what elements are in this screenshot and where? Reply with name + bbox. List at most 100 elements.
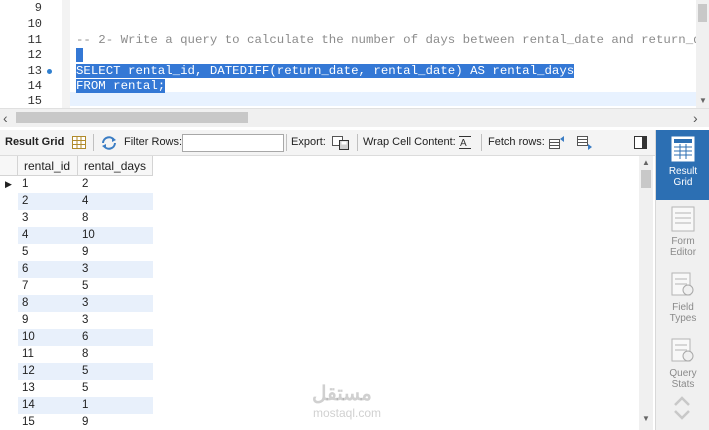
side-field-types-label: Field Types [669, 302, 697, 324]
row-header[interactable] [0, 380, 17, 397]
cell-rental-id[interactable]: 10 [18, 329, 78, 346]
toolbar-separator [357, 134, 358, 151]
row-header[interactable] [0, 363, 17, 380]
cell-rental-days[interactable]: 5 [78, 363, 153, 380]
current-row-indicator-icon[interactable]: ▶ [0, 176, 17, 193]
cell-rental-days[interactable]: 3 [78, 312, 153, 329]
side-query-stats-label: Query Stats [669, 368, 697, 390]
cell-rental-id[interactable]: 6 [18, 261, 78, 278]
export-icon[interactable] [332, 136, 349, 150]
statement-marker-icon[interactable] [47, 69, 52, 74]
cell-rental-days[interactable]: 10 [78, 227, 153, 244]
cell-rental-id[interactable]: 9 [18, 312, 78, 329]
toolbar-separator [93, 134, 94, 151]
field-types-icon [671, 272, 694, 296]
cell-rental-id[interactable]: 5 [18, 244, 78, 261]
row-header[interactable] [0, 414, 17, 430]
row-header[interactable] [0, 261, 17, 278]
scroll-left-arrow-icon[interactable]: ‹ [3, 110, 8, 126]
row-header[interactable] [0, 244, 17, 261]
side-result-grid-button[interactable]: Result Grid [656, 130, 709, 200]
cell-rental-days[interactable]: 8 [78, 210, 153, 227]
line-number: 15 [27, 94, 42, 108]
editor-scroll-thumb[interactable] [698, 4, 707, 22]
refresh-icon[interactable] [101, 136, 117, 150]
toolbar-separator [286, 134, 287, 151]
chevron-down-icon[interactable] [674, 410, 690, 420]
grid-scroll-thumb[interactable] [641, 170, 651, 188]
cell-rental-id[interactable]: 2 [18, 193, 78, 210]
wrap-text-icon[interactable]: A [459, 136, 471, 149]
cell-rental-days[interactable]: 1 [78, 397, 153, 414]
row-header[interactable] [0, 346, 17, 363]
row-header[interactable] [0, 312, 17, 329]
side-form-editor-label: Form Editor [669, 236, 697, 258]
row-header[interactable] [0, 193, 17, 210]
sql-editor[interactable]: 9 10 11 12 13 14 15 -- 2- Write a query … [0, 0, 709, 108]
code-line-from: FROM rental; [76, 79, 166, 94]
column-header-rental-id[interactable]: rental_id [18, 156, 78, 176]
toggle-side-panel-icon[interactable] [634, 136, 647, 149]
cell-rental-id[interactable]: 4 [18, 227, 78, 244]
cell-rental-id[interactable]: 7 [18, 278, 78, 295]
line-number: 14 [27, 79, 42, 93]
code-line-comment: -- 2- Write a query to calculate the num… [76, 33, 709, 47]
line-number: 12 [27, 48, 42, 62]
cell-rental-days[interactable]: 9 [78, 414, 153, 430]
row-header[interactable] [0, 329, 17, 346]
cell-rental-id[interactable]: 1 [18, 176, 78, 193]
cell-rental-id[interactable]: 8 [18, 295, 78, 312]
row-header[interactable] [0, 227, 17, 244]
editor-horizontal-scrollbar[interactable]: ‹ › [0, 108, 709, 127]
cell-rental-days[interactable]: 5 [78, 278, 153, 295]
fold-strip [62, 0, 70, 108]
fetch-rows-label: Fetch rows: [488, 136, 545, 148]
row-header[interactable] [0, 295, 17, 312]
cell-rental-days[interactable]: 3 [78, 295, 153, 312]
query-stats-icon [671, 338, 694, 362]
editor-vertical-scrollbar[interactable]: ▼ [696, 0, 709, 108]
side-query-stats-button[interactable]: Query Stats [656, 332, 709, 398]
grid-view-icon[interactable] [72, 136, 86, 149]
cell-rental-id[interactable]: 12 [18, 363, 78, 380]
line-number: 11 [27, 33, 42, 47]
column-header-rental-days[interactable]: rental_days [78, 156, 153, 176]
chevron-up-icon[interactable] [674, 396, 690, 406]
cell-rental-days[interactable]: 8 [78, 346, 153, 363]
result-toolbar: Result Grid Filter Rows: Export: Wrap Ce… [0, 130, 655, 156]
result-grid-tab[interactable]: Result Grid [5, 130, 64, 155]
side-result-grid-label: Result Grid [668, 166, 698, 188]
side-field-types-button[interactable]: Field Types [656, 266, 709, 332]
cell-rental-id[interactable]: 15 [18, 414, 78, 430]
cell-rental-id[interactable]: 11 [18, 346, 78, 363]
cell-rental-days[interactable]: 6 [78, 329, 153, 346]
scroll-down-arrow-icon[interactable]: ▼ [642, 414, 650, 423]
cell-rental-id[interactable]: 3 [18, 210, 78, 227]
cell-rental-days[interactable]: 9 [78, 244, 153, 261]
side-form-editor-button[interactable]: Form Editor [656, 200, 709, 266]
form-editor-icon [671, 206, 695, 232]
filter-rows-label: Filter Rows: [124, 136, 183, 148]
cell-rental-id[interactable]: 13 [18, 380, 78, 397]
scroll-right-arrow-icon[interactable]: › [693, 110, 698, 126]
row-header[interactable] [0, 278, 17, 295]
cell-rental-days[interactable]: 5 [78, 380, 153, 397]
fetch-next-rows-icon[interactable] [549, 136, 565, 150]
cell-rental-days[interactable]: 3 [78, 261, 153, 278]
cell-rental-days[interactable]: 4 [78, 193, 153, 210]
selected-text: FROM rental; [76, 79, 166, 93]
scroll-down-arrow-icon[interactable]: ▼ [699, 96, 707, 105]
cell-rental-days[interactable]: 2 [78, 176, 153, 193]
watermark-site: mostaql.com [313, 406, 382, 420]
fetch-all-rows-icon[interactable] [577, 136, 593, 150]
grid-vertical-scrollbar[interactable]: ▲ ▼ [639, 156, 653, 430]
code-area[interactable]: -- 2- Write a query to calculate the num… [70, 0, 709, 108]
row-header[interactable] [0, 210, 17, 227]
scroll-up-arrow-icon[interactable]: ▲ [642, 158, 650, 167]
row-header[interactable] [0, 397, 17, 414]
line-number: 13 [27, 64, 42, 78]
selected-text: SELECT rental_id, DATEDIFF(return_date, … [76, 64, 575, 78]
horizontal-scroll-thumb[interactable] [16, 112, 248, 123]
filter-rows-input[interactable] [182, 134, 284, 152]
cell-rental-id[interactable]: 14 [18, 397, 78, 414]
